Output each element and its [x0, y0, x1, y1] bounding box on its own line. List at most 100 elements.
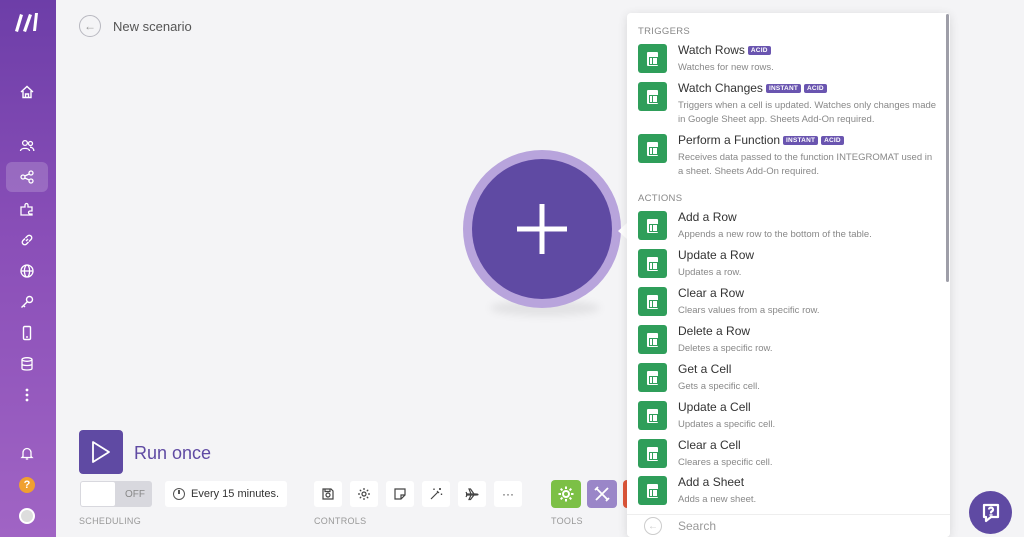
- settings-button[interactable]: [350, 481, 378, 507]
- database-icon: [21, 357, 33, 371]
- module-title: Update a Cell: [678, 400, 751, 414]
- controls-section-label: CONTROLS: [314, 516, 367, 526]
- google-sheets-icon: [638, 325, 667, 354]
- module-description: Appends a new row to the bottom of the t…: [678, 229, 872, 240]
- badge-acid: ACID: [821, 135, 844, 145]
- magic-wand-icon: [430, 488, 443, 500]
- page-title[interactable]: New scenario: [113, 19, 192, 34]
- arrow-left-icon: ←: [84, 19, 96, 33]
- more-controls-button[interactable]: ···: [494, 481, 522, 507]
- google-sheets-icon: [638, 476, 667, 505]
- tools-tool[interactable]: [587, 480, 617, 508]
- scheduling-section-label: SCHEDULING: [79, 516, 142, 526]
- sidebar-item-datastores[interactable]: [6, 349, 48, 379]
- key-icon: [21, 295, 34, 308]
- google-sheets-icon: [638, 211, 667, 240]
- sidebar-item-profile[interactable]: [6, 501, 48, 531]
- module-picker-panel: TRIGGERS Watch Rows ACID Watches for new …: [627, 13, 950, 537]
- more-horizontal-icon: ···: [502, 487, 514, 501]
- team-icon: [19, 139, 35, 152]
- search-back-button[interactable]: ←: [644, 517, 662, 535]
- sidebar-item-home[interactable]: [6, 77, 48, 107]
- sidebar-item-help[interactable]: ?: [6, 470, 48, 500]
- sidebar-item-apps[interactable]: [6, 194, 48, 224]
- module-title: Perform a Function: [678, 133, 781, 147]
- arrow-left-icon: ←: [648, 520, 658, 532]
- module-description: Cleares a specific cell.: [678, 457, 773, 468]
- google-sheets-icon: [638, 134, 667, 163]
- google-sheets-icon: [638, 287, 667, 316]
- module-description: Deletes a specific row.: [678, 343, 773, 354]
- module-title: Clear a Row: [678, 286, 745, 300]
- more-vertical-icon: [25, 388, 29, 402]
- module-title: Watch Rows: [678, 43, 745, 57]
- badge-acid: ACID: [747, 45, 771, 55]
- make-logo[interactable]: [14, 12, 42, 32]
- sidebar-item-keys[interactable]: [6, 287, 48, 317]
- module-description: Triggers when a cell is updated. Watches…: [678, 100, 937, 125]
- avatar: [19, 508, 35, 524]
- save-icon: [322, 488, 334, 500]
- toggle-knob: [81, 482, 115, 506]
- sidebar-item-team[interactable]: [6, 131, 48, 161]
- actions-label: ACTIONS: [638, 193, 683, 204]
- notes-button[interactable]: [386, 481, 414, 507]
- google-sheets-icon: [638, 249, 667, 278]
- schedule-label: Every 15 minutes.: [191, 488, 280, 500]
- module-title: Clear a Cell: [678, 438, 741, 452]
- module-title: Update a Row: [678, 248, 755, 262]
- module-description: Gets a specific cell.: [678, 381, 760, 392]
- gear-icon: [358, 488, 370, 500]
- module-description: Clears values from a specific row.: [678, 305, 820, 316]
- help-chat-icon: [982, 503, 999, 522]
- link-icon: [21, 234, 33, 246]
- flow-control-tool[interactable]: [551, 480, 581, 508]
- save-button[interactable]: [314, 481, 342, 507]
- gear-icon: [558, 486, 574, 502]
- tools-icon: [594, 486, 610, 502]
- apps-icon: [20, 202, 33, 216]
- triggers-label: TRIGGERS: [638, 26, 691, 37]
- module-search-input[interactable]: [678, 519, 878, 533]
- module-description: Updates a row.: [678, 267, 742, 278]
- module-title: Watch Changes: [678, 81, 763, 95]
- google-sheets-icon: [638, 439, 667, 468]
- toggle-label: OFF: [125, 488, 145, 500]
- scenarios-icon: [20, 170, 34, 184]
- module-description: Updates a specific cell.: [678, 419, 776, 430]
- note-icon: [394, 488, 406, 500]
- badge-acid: ACID: [804, 83, 827, 93]
- sidebar-item-devices[interactable]: [6, 318, 48, 348]
- back-button[interactable]: ←: [79, 15, 101, 37]
- run-once-label[interactable]: Run once: [134, 443, 211, 464]
- sidebar-item-notifications[interactable]: [6, 438, 48, 468]
- run-once-button[interactable]: [79, 430, 123, 474]
- add-module-button[interactable]: [472, 159, 612, 299]
- play-icon: [92, 441, 110, 463]
- panel-scrollbar[interactable]: [946, 14, 949, 282]
- module-title: Delete a Row: [678, 324, 751, 338]
- sidebar: ?: [0, 0, 56, 537]
- badge-instant: INSTANT: [783, 135, 819, 145]
- module-title: Add a Sheet: [678, 475, 745, 489]
- auto-align-button[interactable]: [422, 481, 450, 507]
- sidebar-item-connections[interactable]: [6, 225, 48, 255]
- module-description: Receives data passed to the function INT…: [678, 152, 933, 177]
- sidebar-item-more[interactable]: [6, 380, 48, 410]
- home-icon: [20, 85, 34, 99]
- device-icon: [22, 325, 32, 341]
- google-sheets-icon: [638, 44, 667, 73]
- sidebar-item-scenarios[interactable]: [6, 162, 48, 192]
- google-sheets-icon: [638, 82, 667, 111]
- plus-icon: [517, 204, 567, 254]
- module-search-bar: ←: [627, 514, 950, 537]
- sidebar-item-webhooks[interactable]: [6, 256, 48, 286]
- support-chat-button[interactable]: [969, 491, 1012, 534]
- module-description: Adds a new sheet.: [678, 494, 757, 505]
- scheduling-toggle[interactable]: OFF: [80, 481, 152, 507]
- explain-flow-button[interactable]: [458, 481, 486, 507]
- schedule-button[interactable]: Every 15 minutes.: [165, 481, 288, 507]
- globe-icon: [20, 264, 34, 278]
- bell-icon: [20, 447, 34, 460]
- module-title: Add a Row: [678, 210, 737, 224]
